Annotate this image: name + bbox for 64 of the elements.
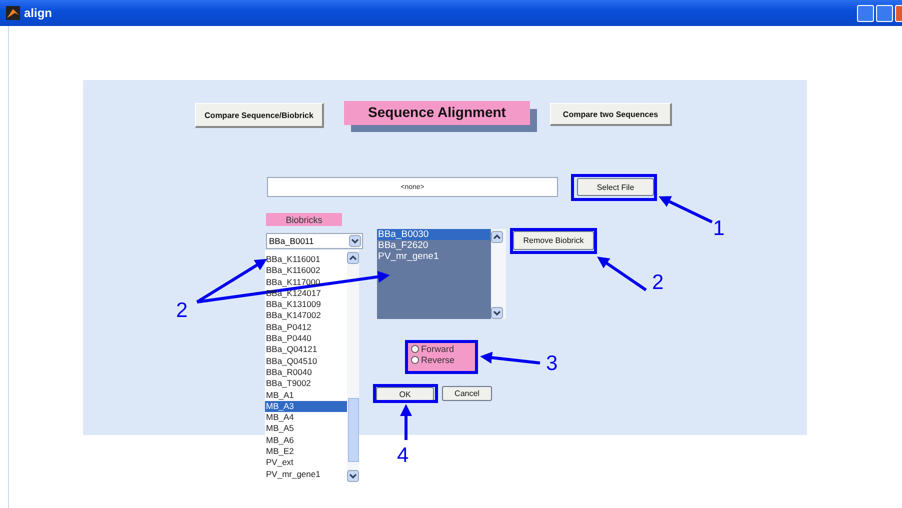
maximize-button[interactable] bbox=[876, 4, 893, 22]
list-item[interactable]: BBa_K124017 bbox=[265, 288, 347, 300]
remove-biobrick-button[interactable]: Remove Biobrick bbox=[513, 231, 594, 250]
caret-icon bbox=[349, 235, 361, 247]
scroll-thumb[interactable] bbox=[348, 398, 359, 462]
annotation-number: 2 bbox=[176, 300, 188, 321]
scroll-down-icon[interactable] bbox=[491, 307, 503, 319]
list-item[interactable]: MB_E2 bbox=[265, 446, 347, 458]
radio-option[interactable]: Reverse bbox=[411, 355, 455, 365]
list-item[interactable]: BBa_K116001 bbox=[265, 254, 347, 266]
biobrick-list[interactable]: BBa_K116001 BBa_K116002 BBa_K117000 BBa_K124017 BBa_K131009 BBa_K147002 BBa_P0412 BBa_P0440 BBa_Q04121 BBa_Q04510 BBa_R0040 BBa_T9002 MB_A1 MB_A3 MB_A4 MB_A5 MB_A6 MB_E2 PV_ext PV_mr_gene1 bbox=[265, 250, 359, 482]
annotation-arrow bbox=[480, 352, 540, 364]
compare-sequence-button[interactable]: Compare Sequence/Biobrick bbox=[195, 103, 324, 128]
app-icon bbox=[6, 6, 20, 20]
list-item[interactable]: BBa_K117000 bbox=[265, 276, 347, 288]
annotation-arrow bbox=[597, 256, 647, 292]
list-item[interactable]: PV_ext bbox=[265, 457, 347, 469]
dropdown-value: BBa_B0011 bbox=[269, 236, 314, 246]
list-item[interactable]: BBa_K116002 bbox=[265, 265, 347, 277]
cancel-button[interactable]: Cancel bbox=[442, 386, 492, 401]
heading: Sequence Alignment bbox=[344, 101, 530, 125]
list-item[interactable]: MB_A5 bbox=[265, 423, 347, 435]
list-item[interactable]: PV_mr_gene1 bbox=[377, 251, 490, 262]
radio-label: Reverse bbox=[421, 355, 455, 365]
list-item[interactable]: BBa_K131009 bbox=[265, 299, 347, 310]
biobrick-dropdown[interactable]: BBa_B0011 bbox=[266, 233, 363, 249]
annotation-arrow bbox=[658, 196, 713, 224]
list-item[interactable]: PV_mr_gene1 bbox=[265, 468, 347, 480]
select-file-button[interactable]: Select File bbox=[577, 178, 654, 196]
annotation-arrow bbox=[400, 404, 412, 440]
ok-button[interactable]: OK bbox=[376, 387, 434, 401]
list-item[interactable]: MB_A4 bbox=[265, 412, 347, 424]
compare-two-sequences-button[interactable]: Compare two Sequences bbox=[550, 103, 672, 126]
list-item[interactable]: BBa_B0030 bbox=[377, 229, 490, 240]
radio-option[interactable]: Forward bbox=[411, 344, 454, 354]
annotation-number: 3 bbox=[546, 353, 558, 374]
radio-label: Forward bbox=[421, 344, 454, 354]
selected-biobricks-list[interactable]: BBa_B0030 BBa_F2620 PV_mr_gene1 bbox=[377, 229, 506, 319]
minimize-button[interactable] bbox=[857, 4, 874, 22]
list-item[interactable]: BBa_Q04121 bbox=[265, 344, 347, 356]
scroll-up-icon[interactable] bbox=[491, 231, 503, 243]
radio-button[interactable] bbox=[411, 356, 419, 364]
list-item[interactable]: BBa_R0040 bbox=[265, 366, 347, 378]
list-item[interactable]: MB_A1 bbox=[265, 390, 347, 401]
list-item[interactable]: BBa_T9002 bbox=[265, 378, 347, 390]
scrollbar[interactable] bbox=[347, 250, 359, 482]
highlight-frame bbox=[373, 384, 438, 403]
scrollbar[interactable] bbox=[491, 229, 506, 319]
list-item[interactable]: BBa_K147002 bbox=[265, 310, 347, 322]
biobricks-label: Biobricks bbox=[266, 213, 342, 226]
radio-button[interactable] bbox=[411, 345, 419, 353]
annotation-number: 1 bbox=[713, 218, 725, 239]
list-item[interactable]: BBa_Q04510 bbox=[265, 356, 347, 367]
close-button[interactable] bbox=[895, 4, 902, 22]
window-title: align bbox=[24, 6, 52, 20]
list-item[interactable]: BBa_F2620 bbox=[377, 240, 490, 251]
list-item[interactable]: MB_A6 bbox=[265, 434, 347, 446]
list-item[interactable]: BBa_P0440 bbox=[265, 333, 347, 344]
list-item[interactable]: BBa_P0412 bbox=[265, 322, 347, 334]
annotation-number: 2 bbox=[652, 272, 664, 293]
list-item[interactable]: MB_A3 bbox=[265, 400, 347, 412]
scroll-up-icon[interactable] bbox=[347, 252, 359, 264]
annotation-number: 4 bbox=[397, 445, 409, 466]
scroll-down-icon[interactable] bbox=[347, 470, 359, 482]
